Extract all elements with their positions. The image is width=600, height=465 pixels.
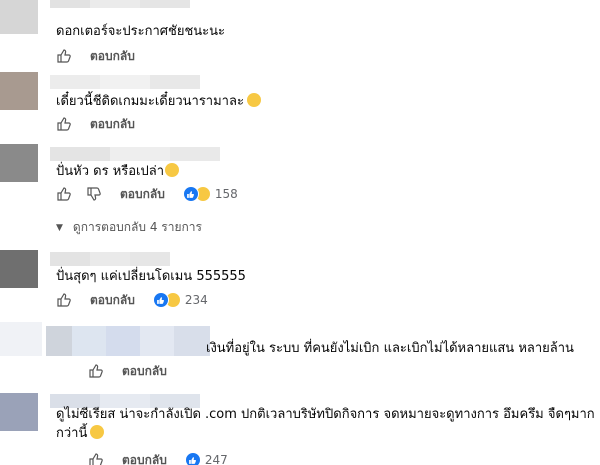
reaction-summary[interactable]: 158 — [182, 186, 238, 202]
blurred-username — [50, 75, 200, 89]
like-reaction-icon — [152, 292, 169, 308]
avatar[interactable] — [0, 393, 38, 431]
comment-text-body: ปั่นหัว ดร หรือเปล่า — [56, 164, 165, 179]
comment-actions: ตอบกลับ 247 — [88, 452, 228, 465]
comment-text: เดี๋ยวนี้ชีดิดเกมมะเดี๋ยวนารามาละ — [56, 92, 261, 111]
like-reaction-icon — [182, 186, 199, 202]
comment-actions: ตอบกลับ 234 — [56, 292, 208, 308]
thumbs-up-icon[interactable] — [56, 116, 72, 132]
comment-actions: ตอบกลับ — [56, 48, 135, 64]
comment-actions: ตอบกลับ — [88, 363, 167, 379]
reply-button[interactable]: ตอบกลับ — [90, 291, 135, 310]
reply-button[interactable]: ตอบกลับ — [90, 115, 135, 134]
comment-text-line: กว่านี้ — [56, 424, 595, 443]
reply-button[interactable]: ตอบกลับ — [122, 362, 167, 381]
thumbs-up-icon[interactable] — [56, 292, 72, 308]
avatar[interactable] — [0, 322, 42, 356]
view-replies-link[interactable]: ▼ ดูการตอบกลับ 4 รายการ — [56, 218, 202, 237]
comment-text: ปั่นหัว ดร หรือเปล่า — [56, 162, 180, 181]
haha-emoji-icon — [90, 425, 105, 439]
view-replies-label: ดูการตอบกลับ 4 รายการ — [72, 220, 202, 234]
reaction-summary[interactable]: 234 — [152, 292, 208, 308]
blurred-username — [50, 0, 190, 8]
comment-text: เงินที่อยู่ใน ระบบ ที่คนยังไม่เบิก และเบ… — [206, 341, 574, 356]
blurred-username — [46, 326, 210, 356]
avatar[interactable] — [0, 0, 38, 34]
comment-text: ปั่นสุดๆ แค่เปลี่ยนโดเมน 555555 — [56, 269, 246, 284]
rofl-emoji-icon — [165, 163, 180, 177]
comment-actions: ตอบกลับ 158 — [56, 186, 238, 202]
chevron-down-icon: ▼ — [56, 222, 63, 233]
blurred-username — [50, 252, 170, 266]
thumbs-up-icon[interactable] — [88, 452, 104, 465]
comment-text-body: กว่านี้ — [56, 426, 88, 441]
avatar[interactable] — [0, 250, 38, 288]
avatar[interactable] — [0, 72, 38, 110]
blurred-username — [50, 147, 220, 161]
comment-text-line: ดูไม่ซีเรียส น่าจะกำลังเปิด .com ปกติเวล… — [56, 407, 595, 422]
reaction-count: 247 — [204, 453, 228, 465]
avatar[interactable] — [0, 144, 38, 182]
reply-button[interactable]: ตอบกลับ — [122, 451, 167, 465]
reaction-count: 234 — [184, 293, 208, 307]
comment-actions: ตอบกลับ — [56, 116, 135, 132]
like-reaction-icon — [184, 452, 201, 465]
reply-button[interactable]: ตอบกลับ — [120, 185, 165, 204]
thumbs-up-icon[interactable] — [56, 186, 72, 202]
comment-text: ดอกเตอร์จะประกาศชัยชนะนะ — [56, 24, 226, 39]
thumbs-down-icon[interactable] — [86, 186, 102, 202]
haha-emoji-icon — [246, 93, 261, 107]
comment-text: ดูไม่ซีเรียส น่าจะกำลังเปิด .com ปกติเวล… — [56, 405, 595, 443]
reply-button[interactable]: ตอบกลับ — [90, 47, 135, 66]
comment-text-body: เดี๋ยวนี้ชีดิดเกมมะเดี๋ยวนารามาละ — [56, 94, 244, 109]
thumbs-up-icon[interactable] — [88, 363, 104, 379]
reaction-count: 158 — [214, 187, 238, 201]
reaction-summary[interactable]: 247 — [184, 452, 228, 465]
thumbs-up-icon[interactable] — [56, 48, 72, 64]
